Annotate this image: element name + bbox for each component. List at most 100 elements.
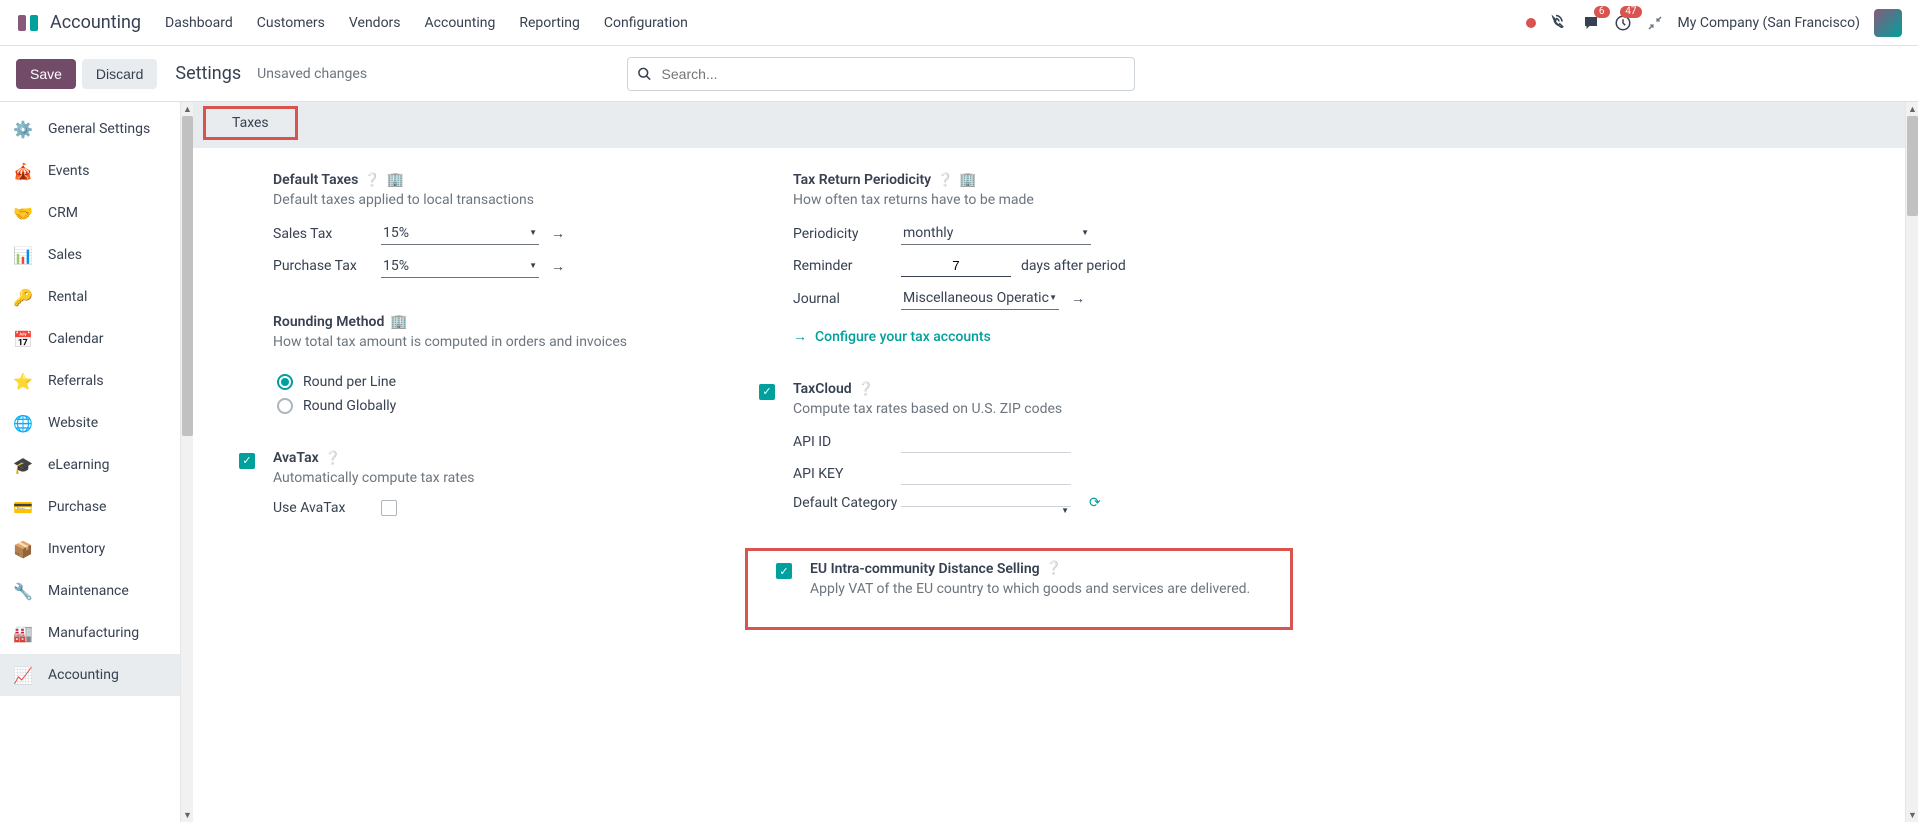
events-icon: 🎪 — [12, 160, 34, 182]
main-scrollbar[interactable]: ▲ ▼ — [1905, 102, 1918, 822]
rounding-desc: How total tax amount is computed in orde… — [273, 334, 753, 350]
sidebar-item-purchase[interactable]: 💳 Purchase — [0, 486, 180, 528]
sales-tax-select[interactable]: 15% — [381, 222, 539, 245]
sidebar-item-events[interactable]: 🎪 Events — [0, 150, 180, 192]
refresh-icon[interactable]: ⟳ — [1089, 495, 1101, 511]
reminder-input[interactable] — [901, 255, 1011, 277]
sidebar-item-general-settings[interactable]: ⚙️General Settings — [0, 108, 180, 150]
default-category-label: Default Category — [793, 495, 901, 512]
reminder-label: Reminder — [793, 258, 901, 274]
user-avatar[interactable] — [1874, 9, 1902, 37]
systray: 6 47 My Company (San Francisco) — [1526, 9, 1902, 37]
help-icon[interactable]: ❔ — [364, 173, 380, 188]
nav-dashboard[interactable]: Dashboard — [165, 15, 233, 31]
help-icon[interactable]: ❔ — [325, 451, 341, 466]
taxcloud-block: ✓ TaxCloud ❔ Compute tax rates based on … — [793, 381, 1273, 512]
purchase-tax-link-icon[interactable]: → — [551, 258, 565, 275]
reminder-suffix: days after period — [1021, 258, 1126, 274]
sidebar-item-maintenance[interactable]: 🔧Maintenance — [0, 570, 180, 612]
nav-configuration[interactable]: Configuration — [604, 15, 688, 31]
messages-badge: 6 — [1594, 6, 1610, 18]
tools-icon[interactable] — [1646, 14, 1664, 32]
phone-icon[interactable] — [1550, 14, 1568, 32]
nav-reporting[interactable]: Reporting — [519, 15, 580, 31]
section-header: Taxes — [193, 102, 1905, 148]
eu-distance-desc: Apply VAT of the EU country to which goo… — [810, 581, 1276, 597]
radio-icon — [277, 374, 293, 390]
sidebar-item-elearning[interactable]: 🎓eLearning — [0, 444, 180, 486]
sidebar-item-label: Purchase — [48, 499, 106, 515]
tax-return-title: Tax Return Periodicity — [793, 172, 931, 188]
sidebar-item-crm[interactable]: 🤝 CRM — [0, 192, 180, 234]
company-scope-icon[interactable]: 🏢 — [390, 314, 407, 330]
sidebar-item-calendar[interactable]: 📅 Calendar — [0, 318, 180, 360]
control-bar: Save Discard Settings Unsaved changes — [0, 46, 1918, 102]
journal-select[interactable]: Miscellaneous Operatic — [901, 287, 1059, 310]
activities-icon[interactable]: 47 — [1614, 14, 1632, 32]
default-taxes-desc: Default taxes applied to local transacti… — [273, 192, 753, 208]
nav-vendors[interactable]: Vendors — [349, 15, 401, 31]
avatax-checkbox[interactable]: ✓ — [239, 453, 255, 469]
eu-distance-highlight: ✓ EU Intra-community Distance Selling ❔ … — [745, 548, 1293, 630]
configure-tax-accounts-link[interactable]: → Configure your tax accounts — [793, 328, 991, 345]
referrals-icon: ⭐ — [12, 370, 34, 392]
nav-customers[interactable]: Customers — [257, 15, 325, 31]
sidebar-item-manufacturing[interactable]: 🏭Manufacturing — [0, 612, 180, 654]
round-globally-label: Round Globally — [303, 398, 396, 414]
periodicity-label: Periodicity — [793, 226, 901, 242]
main-content: Taxes Default Taxes ❔ 🏢 Default t — [193, 102, 1918, 822]
use-avatax-checkbox[interactable] — [381, 500, 397, 516]
sidebar-item-label: Events — [48, 163, 89, 179]
sidebar-item-website[interactable]: 🌐Website — [0, 402, 180, 444]
company-scope-icon[interactable]: 🏢 — [959, 172, 976, 188]
help-icon[interactable]: ❔ — [937, 173, 953, 188]
manufacturing-icon: 🏭 — [12, 622, 34, 644]
sidebar-item-label: Sales — [48, 247, 82, 263]
company-scope-icon[interactable]: 🏢 — [386, 172, 403, 188]
presence-dot-icon[interactable] — [1526, 18, 1536, 28]
sidebar-item-label: Website — [48, 415, 98, 431]
help-icon[interactable]: ❔ — [1046, 561, 1062, 576]
sidebar-scrollbar[interactable]: ▲ ▼ — [180, 102, 193, 822]
nav-accounting[interactable]: Accounting — [425, 15, 496, 31]
avatax-title: AvaTax — [273, 450, 319, 466]
sidebar-item-inventory[interactable]: 📦Inventory — [0, 528, 180, 570]
discard-button[interactable]: Discard — [82, 59, 157, 89]
api-key-input[interactable] — [901, 463, 1071, 485]
crm-icon: 🤝 — [12, 202, 34, 224]
sidebar-item-label: Maintenance — [48, 583, 129, 599]
sidebar-item-referrals[interactable]: ⭐Referrals — [0, 360, 180, 402]
search-icon — [637, 66, 652, 81]
default-category-select[interactable] — [901, 500, 1071, 507]
eu-distance-checkbox[interactable]: ✓ — [776, 563, 792, 579]
round-globally-radio[interactable]: Round Globally — [277, 398, 753, 414]
sidebar-item-label: CRM — [48, 205, 78, 221]
calendar-icon: 📅 — [12, 328, 34, 350]
sidebar-item-accounting[interactable]: 📈Accounting — [0, 654, 180, 696]
accounting-icon: 📈 — [12, 664, 34, 686]
company-switcher[interactable]: My Company (San Francisco) — [1678, 15, 1860, 31]
nav-menu: Dashboard Customers Vendors Accounting R… — [165, 15, 1526, 31]
purchase-icon: 💳 — [12, 496, 34, 518]
breadcrumb: Settings — [175, 63, 241, 84]
round-per-line-radio[interactable]: Round per Line — [277, 374, 753, 390]
app-name[interactable]: Accounting — [50, 12, 141, 33]
sales-tax-label: Sales Tax — [273, 226, 381, 242]
sales-icon: 📊 — [12, 244, 34, 266]
taxcloud-checkbox[interactable]: ✓ — [759, 384, 775, 400]
app-logo-icon[interactable] — [16, 11, 40, 35]
tax-return-desc: How often tax returns have to be made — [793, 192, 1273, 208]
save-button[interactable]: Save — [16, 59, 76, 89]
periodicity-select[interactable]: monthly — [901, 222, 1091, 245]
journal-link-icon[interactable]: → — [1071, 290, 1085, 307]
sidebar-item-sales[interactable]: 📊 Sales — [0, 234, 180, 276]
help-icon[interactable]: ❔ — [858, 382, 874, 397]
sales-tax-link-icon[interactable]: → — [551, 225, 565, 242]
purchase-tax-select[interactable]: 15% — [381, 255, 539, 278]
sidebar-item-label: Calendar — [48, 331, 104, 347]
messages-icon[interactable]: 6 — [1582, 14, 1600, 32]
search-input[interactable] — [627, 57, 1135, 91]
sidebar-item-rental[interactable]: 🔑Rental — [0, 276, 180, 318]
api-id-input[interactable] — [901, 431, 1071, 453]
api-key-label: API KEY — [793, 466, 901, 482]
